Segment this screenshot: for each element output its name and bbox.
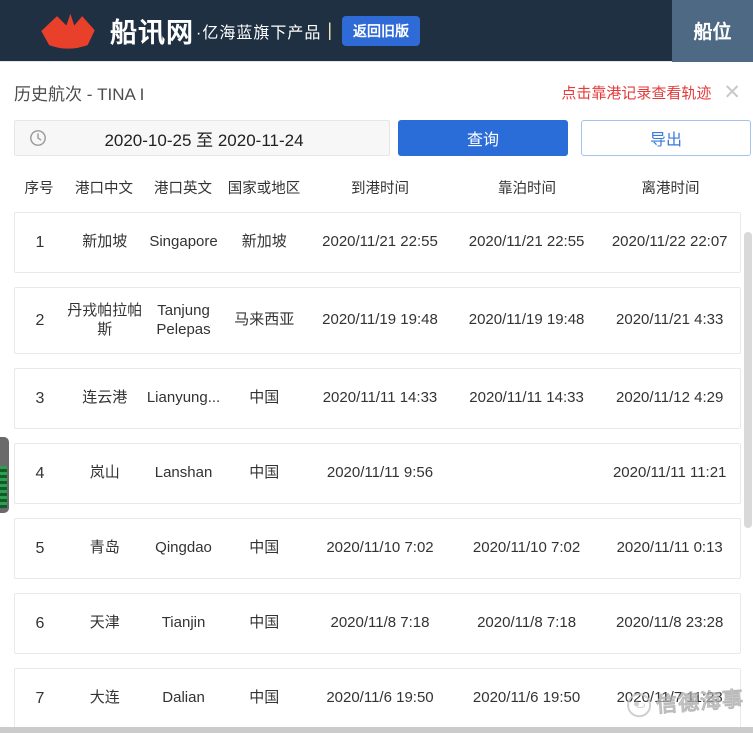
cell-seq: 3 (35, 389, 45, 407)
cell-country: 中国 (249, 464, 280, 482)
cell-country: 新加坡 (241, 233, 287, 251)
tab-ship-position[interactable]: 船位 (672, 0, 753, 62)
col-header-port-en: 港口英文 (154, 181, 212, 197)
shipxy-logo-icon (41, 13, 95, 49)
cell-departure: 2020/11/11 0:13 (616, 539, 723, 557)
cell-seq: 1 (35, 233, 45, 251)
cell-port-cn: 大连 (89, 689, 120, 707)
date-range-input[interactable]: 2020-10-25 至 2020-11-24 (14, 120, 390, 156)
brand-subtitle: ·亿海蓝旗下产品 (196, 24, 322, 42)
handle-stripes (0, 466, 7, 508)
cell-departure: 2020/11/12 4:29 (616, 389, 724, 407)
cell-arrival: 2020/11/8 7:18 (330, 614, 430, 632)
cell-berth: 2020/11/10 7:02 (472, 539, 581, 557)
panel-header: 历史航次 - TINA I 点击靠港记录查看轨迹 ✕ (14, 80, 741, 105)
cell-seq: 6 (35, 614, 45, 632)
cell-port-en: Tanjung Pelepas (156, 301, 211, 338)
cell-seq: 5 (35, 539, 45, 557)
export-button[interactable]: 导出 (581, 120, 751, 156)
view-track-hint-link[interactable]: 点击靠港记录查看轨迹 (561, 82, 711, 103)
cell-berth: 2020/11/21 22:55 (468, 233, 585, 251)
back-to-old-version-button[interactable]: 返回旧版 (342, 15, 421, 46)
table-row[interactable]: 3 连云港 Lianyung... 中国 2020/11/11 14:33 20… (14, 368, 741, 430)
cell-departure: 2020/11/22 22:07 (611, 233, 728, 251)
col-header-berth: 靠泊时间 (498, 181, 556, 197)
cell-arrival: 2020/11/19 19:48 (322, 311, 438, 329)
cell-departure: 2020/11/7 11:23 (616, 689, 723, 707)
cell-country: 中国 (249, 689, 280, 707)
cell-arrival: 2020/11/6 19:50 (326, 689, 434, 707)
table-row[interactable]: 6 天津 Tianjin 中国 2020/11/8 7:18 2020/11/8… (14, 593, 741, 655)
col-header-seq: 序号 (24, 181, 54, 197)
cell-port-cn: 天津 (89, 614, 120, 632)
table-row[interactable]: 4 岚山 Lanshan 中国 2020/11/11 9:56 2020/11/… (14, 443, 741, 505)
separator-pipe: | (327, 20, 333, 40)
cell-port-cn: 新加坡 (82, 233, 128, 251)
page-title: 历史航次 - TINA I (14, 85, 145, 104)
col-header-country: 国家或地区 (227, 181, 301, 197)
table-row[interactable]: 1 新加坡 Singapore 新加坡 2020/11/21 22:55 202… (14, 212, 741, 274)
table-row[interactable]: 5 青岛 Qingdao 中国 2020/11/10 7:02 2020/11/… (14, 518, 741, 580)
cell-berth: 2020/11/6 19:50 (472, 689, 581, 707)
cell-arrival: 2020/11/21 22:55 (322, 233, 438, 251)
cell-port-en: Tianjin (161, 614, 206, 632)
cell-port-en: Dalian (162, 689, 205, 707)
cell-departure: 2020/11/21 4:33 (616, 311, 724, 329)
cell-berth: 2020/11/11 14:33 (469, 389, 584, 407)
cell-country: 马来西亚 (234, 311, 295, 329)
col-header-arrival: 到港时间 (351, 181, 409, 197)
cell-seq: 2 (35, 311, 45, 329)
cell-port-cn: 岚山 (89, 464, 120, 482)
cell-arrival: 2020/11/10 7:02 (326, 539, 434, 557)
query-button[interactable]: 查询 (398, 120, 568, 156)
cell-seq: 7 (35, 689, 45, 707)
vertical-scrollbar-thumb[interactable] (744, 232, 752, 528)
cell-berth: 2020/11/8 7:18 (477, 614, 577, 632)
cell-country: 中国 (249, 539, 280, 557)
clock-icon (30, 130, 46, 146)
cell-port-en: Qingdao (155, 539, 212, 557)
cell-country: 中国 (249, 389, 280, 407)
cell-arrival: 2020/11/11 9:56 (326, 464, 434, 482)
cell-seq: 4 (35, 464, 45, 482)
cell-port-cn: 青岛 (89, 539, 120, 557)
cell-departure: 2020/11/8 23:28 (616, 614, 724, 632)
cell-departure: 2020/11/11 11:21 (612, 464, 727, 482)
query-toolbar: 2020-10-25 至 2020-11-24 查询 导出 (14, 120, 753, 156)
table-header-row: 序号 港口中文 港口英文 国家或地区 到港时间 靠泊时间 离港时间 (14, 180, 741, 198)
cell-port-en: Lianyung... (146, 389, 221, 407)
cell-port-cn: 丹戎帕拉帕斯 (67, 301, 143, 338)
cell-port-cn: 连云港 (82, 389, 128, 407)
cell-port-en: Lanshan (154, 464, 213, 482)
close-icon[interactable]: ✕ (723, 82, 741, 103)
table-row[interactable]: 7 大连 Dalian 中国 2020/11/6 19:50 2020/11/6… (14, 668, 741, 730)
cell-country: 中国 (249, 614, 280, 632)
browser-extension-handle[interactable] (0, 437, 9, 513)
col-header-departure: 离港时间 (641, 181, 700, 197)
cell-port-en: Singapore (149, 233, 218, 251)
col-header-port-cn: 港口中文 (75, 181, 133, 197)
cell-arrival: 2020/11/11 14:33 (322, 389, 438, 407)
top-navigation-bar: 船讯网 ·亿海蓝旗下产品 | 返回旧版 船位 (0, 0, 753, 62)
cell-berth: 2020/11/19 19:48 (468, 311, 585, 329)
table-row[interactable]: 2 丹戎帕拉帕斯 Tanjung Pelepas 马来西亚 2020/11/19… (14, 287, 741, 355)
date-range-value: 2020-10-25 至 2020-11-24 (104, 130, 304, 150)
brand-name: 船讯网 (110, 18, 194, 48)
horizontal-scrollbar[interactable] (0, 727, 753, 733)
